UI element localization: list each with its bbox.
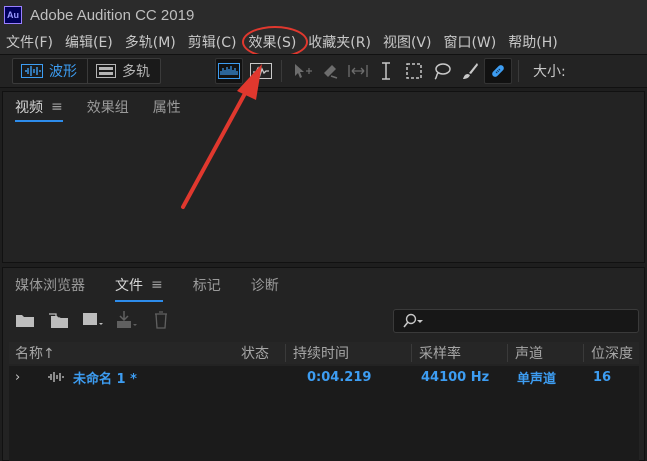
toolbar-divider-2 bbox=[518, 60, 519, 82]
paintbrush-selection-tool-button[interactable] bbox=[456, 58, 484, 84]
column-header-status[interactable]: 状态 bbox=[241, 343, 269, 363]
tab-effects-rack[interactable]: 效果组 bbox=[87, 92, 129, 122]
lasso-selection-tool-icon bbox=[434, 63, 451, 80]
files-toolbar bbox=[13, 310, 173, 330]
multitrack-mode-button[interactable]: 多轨 bbox=[87, 59, 160, 83]
tab-properties[interactable]: 属性 bbox=[153, 92, 181, 122]
paintbrush-selection-tool-icon bbox=[463, 63, 478, 79]
title-bar: Au Adobe Audition CC 2019 bbox=[0, 0, 647, 30]
file-name: 未命名 1 * bbox=[73, 371, 137, 387]
top-panel: 视频 ≡ 效果组 属性 bbox=[2, 91, 645, 263]
tab-files[interactable]: 文件 ≡ bbox=[115, 268, 163, 302]
menu-window[interactable]: 窗口(W) bbox=[443, 32, 496, 52]
menu-favorites[interactable]: 收藏夹(R) bbox=[308, 32, 371, 52]
time-selection-tool-icon bbox=[382, 62, 390, 80]
files-search-input[interactable] bbox=[393, 309, 639, 333]
trash-icon bbox=[155, 311, 167, 329]
file-duration: 0:04.219 bbox=[307, 369, 372, 385]
bottom-panel: 媒体浏览器 文件 ≡ 标记 诊断 名称↑ 状态 持续时间 采样率 声道 位深度 … bbox=[2, 267, 645, 461]
column-header-name[interactable]: 名称↑ bbox=[15, 343, 55, 363]
waveform-mode-button[interactable]: 波形 bbox=[13, 59, 87, 83]
new-file-menu-icon bbox=[83, 313, 103, 325]
tab-properties-label: 属性 bbox=[152, 100, 181, 116]
close-file-button[interactable] bbox=[149, 310, 173, 330]
bottom-panel-tabs: 媒体浏览器 文件 ≡ 标记 诊断 bbox=[3, 268, 644, 302]
waveform-icon bbox=[21, 64, 43, 78]
files-table-empty-area bbox=[9, 388, 639, 461]
tab-video[interactable]: 视频 ≡ bbox=[15, 92, 63, 122]
menu-view[interactable]: 视图(V) bbox=[383, 32, 432, 52]
menu-effects[interactable]: 效果(S) bbox=[242, 26, 309, 58]
panel-menu-icon[interactable]: ≡ bbox=[151, 277, 163, 293]
menu-file[interactable]: 文件(F) bbox=[6, 32, 53, 52]
column-header-sample-rate[interactable]: 采样率 bbox=[419, 343, 461, 363]
column-header-channels[interactable]: 声道 bbox=[515, 343, 543, 363]
spectral-frequency-display-button[interactable] bbox=[215, 58, 243, 84]
brush-size-label: 大小: bbox=[533, 64, 566, 80]
audio-file-waveform-icon bbox=[48, 372, 64, 382]
spectral-pitch-display-icon bbox=[250, 63, 272, 79]
insert-multitrack-icon bbox=[117, 311, 137, 328]
time-selection-tool-button[interactable] bbox=[372, 58, 400, 84]
column-divider bbox=[583, 344, 584, 362]
tab-markers[interactable]: 标记 bbox=[193, 268, 221, 302]
sort-ascending-icon: ↑ bbox=[43, 346, 55, 362]
toolbar-divider bbox=[281, 60, 282, 82]
tab-diagnostics-label: 诊断 bbox=[250, 278, 279, 294]
column-header-duration[interactable]: 持续时间 bbox=[293, 343, 349, 363]
audition-logo-icon: Au bbox=[4, 6, 22, 24]
column-header-bit-depth[interactable]: 位深度 bbox=[591, 343, 633, 363]
tab-effects-rack-label: 效果组 bbox=[86, 100, 129, 116]
menu-clip[interactable]: 剪辑(C) bbox=[188, 32, 237, 52]
top-panel-tabs: 视频 ≡ 效果组 属性 bbox=[3, 92, 644, 122]
slip-tool-button[interactable] bbox=[344, 58, 372, 84]
spot-healing-brush-button[interactable] bbox=[484, 58, 512, 84]
marquee-selection-tool-icon bbox=[406, 63, 422, 79]
waveform-mode-label: 波形 bbox=[49, 64, 77, 80]
menu-multitrack[interactable]: 多轨(M) bbox=[125, 32, 176, 52]
razor-tool-button[interactable] bbox=[316, 58, 344, 84]
multitrack-mode-label: 多轨 bbox=[122, 64, 150, 80]
move-tool-button[interactable] bbox=[288, 58, 316, 84]
window-title: Adobe Audition CC 2019 bbox=[30, 6, 195, 24]
multitrack-icon bbox=[96, 64, 116, 78]
files-table-header: 名称↑ 状态 持续时间 采样率 声道 位深度 bbox=[9, 342, 639, 364]
razor-tool-icon bbox=[324, 65, 338, 79]
spectral-frequency-display-icon bbox=[218, 63, 240, 79]
view-mode-switch: 波形 多轨 bbox=[12, 58, 161, 84]
lasso-selection-tool-button[interactable] bbox=[428, 58, 456, 84]
tab-files-label: 文件 bbox=[115, 278, 143, 294]
slip-tool-icon bbox=[348, 65, 368, 77]
toolbar: 波形 多轨 大小: bbox=[0, 54, 647, 88]
table-row[interactable]: › 未命名 1 * 0:04.219 44100 Hz 单声道 16 bbox=[9, 366, 639, 388]
menu-help[interactable]: 帮助(H) bbox=[508, 32, 557, 52]
tab-media-browser[interactable]: 媒体浏览器 bbox=[15, 268, 85, 302]
column-divider bbox=[285, 344, 286, 362]
column-divider bbox=[507, 344, 508, 362]
search-icon bbox=[403, 313, 423, 328]
tab-markers-label: 标记 bbox=[192, 278, 221, 294]
open-file-button[interactable] bbox=[13, 310, 37, 330]
new-file-button[interactable] bbox=[81, 310, 105, 330]
file-sample-rate: 44100 Hz bbox=[421, 369, 490, 385]
move-tool-icon bbox=[295, 64, 312, 78]
panel-menu-icon[interactable]: ≡ bbox=[51, 99, 63, 115]
tab-diagnostics[interactable]: 诊断 bbox=[251, 268, 279, 302]
menu-edit[interactable]: 编辑(E) bbox=[65, 32, 113, 52]
column-divider bbox=[411, 344, 412, 362]
marquee-selection-tool-button[interactable] bbox=[400, 58, 428, 84]
tab-video-label: 视频 bbox=[15, 100, 43, 116]
tab-media-browser-label: 媒体浏览器 bbox=[15, 278, 85, 294]
expand-chevron-icon[interactable]: › bbox=[15, 370, 20, 385]
spot-healing-brush-icon bbox=[492, 65, 504, 77]
folder-icon bbox=[16, 315, 34, 327]
menu-bar: 文件(F) 编辑(E) 多轨(M) 剪辑(C) 效果(S) 收藏夹(R) 视图(… bbox=[0, 26, 647, 58]
file-channels: 单声道 bbox=[517, 371, 557, 387]
file-bit-depth: 16 bbox=[593, 369, 612, 385]
import-file-button[interactable] bbox=[47, 310, 71, 330]
import-icon bbox=[49, 313, 68, 328]
insert-into-multitrack-button[interactable] bbox=[115, 310, 139, 330]
spectral-pitch-display-button[interactable] bbox=[247, 58, 275, 84]
